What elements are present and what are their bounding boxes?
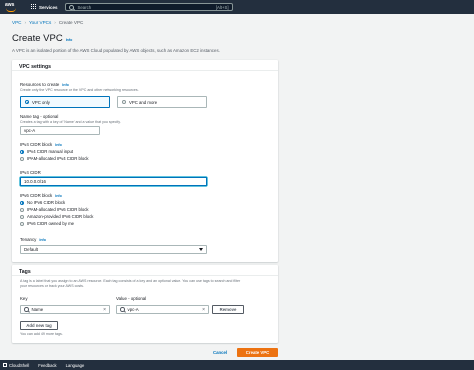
radio-unselected-icon xyxy=(122,100,126,104)
aws-logo[interactable]: aws xyxy=(5,2,19,12)
tenancy-label-row: Tenancy Info xyxy=(20,237,46,242)
option-vpc-only[interactable]: VPC only xyxy=(20,96,110,108)
ipv6-info-link[interactable]: Info xyxy=(55,194,62,198)
ipv6-amazon-option[interactable]: Amazon-provided IPv6 CIDR block xyxy=(18,214,93,219)
ipv4-cidr-input[interactable]: 10.0.0.0/16 xyxy=(20,177,207,186)
ipv6-owned-option[interactable]: IPv6 CIDR owned by me xyxy=(18,221,74,226)
ipv4-ipam-option[interactable]: IPAM-allocated IPv4 CIDR block xyxy=(18,156,89,161)
resources-info-link[interactable]: Info xyxy=(62,83,69,87)
page-title-row: Create VPC Info xyxy=(12,33,72,44)
ipv6-owned-label: IPv6 CIDR owned by me xyxy=(27,221,75,226)
search-input[interactable]: Search [Alt+S] xyxy=(64,3,233,11)
tag-key-value: Name xyxy=(31,307,44,312)
name-tag-description: Creates a tag with a key of 'Name' and a… xyxy=(20,120,121,124)
breadcrumb-your-vpcs[interactable]: Your VPCs xyxy=(29,20,51,25)
radio-unselected-icon xyxy=(20,207,24,212)
ipv4-manual-label: IPv4 CIDR manual input xyxy=(27,149,74,154)
chevron-right-icon: › xyxy=(54,20,56,25)
cloudshell-icon xyxy=(3,363,7,367)
ipv4-info-link[interactable]: Info xyxy=(55,143,62,147)
resources-description: Create only the VPC resource or the VPC … xyxy=(20,88,139,92)
radio-selected-icon xyxy=(20,149,24,154)
breadcrumb-vpc[interactable]: VPC xyxy=(12,20,21,25)
tag-value-value: vpc-A xyxy=(127,307,139,312)
tenancy-value: Default xyxy=(24,247,38,252)
search-icon xyxy=(68,4,74,10)
cancel-button[interactable]: Cancel xyxy=(213,350,227,355)
tags-description-line2: your resources or track your AWS costs. xyxy=(20,284,84,288)
option-vpc-only-label: VPC only xyxy=(32,99,50,105)
chevron-right-icon: › xyxy=(24,20,26,25)
create-vpc-button[interactable]: Create VPC xyxy=(237,348,278,357)
radio-unselected-icon xyxy=(20,156,24,161)
tag-key-label: Key xyxy=(20,296,28,301)
ipv4-ipam-label: IPAM-allocated IPv4 CIDR block xyxy=(27,156,89,161)
remove-tag-button[interactable]: Remove xyxy=(212,305,244,314)
name-tag-label: Name tag - optional xyxy=(20,114,59,119)
resources-label: Resources to create xyxy=(20,82,60,87)
feedback-link[interactable]: Feedback xyxy=(38,363,56,368)
tag-value-input[interactable]: vpc-A × xyxy=(116,305,209,314)
language-link[interactable]: Language xyxy=(66,363,85,368)
cloudshell-link[interactable]: CloudShell xyxy=(9,363,29,368)
tenancy-select[interactable]: Default xyxy=(20,245,207,254)
ipv4-block-label-row: IPv4 CIDR block Info xyxy=(20,142,62,147)
search-shortcut: [Alt+S] xyxy=(215,4,229,10)
ipv4-cidr-label: IPv4 CIDR xyxy=(20,170,41,175)
ipv6-none-option[interactable]: No IPv6 CIDR block xyxy=(18,200,65,205)
ipv6-ipam-label: IPAM-allocated IPv6 CIDR block xyxy=(27,207,89,212)
radio-unselected-icon xyxy=(20,214,24,219)
option-vpc-more-label: VPC and more xyxy=(129,99,158,105)
tenancy-info-link[interactable]: Info xyxy=(39,238,46,242)
name-tag-input[interactable]: vpc-A xyxy=(20,126,100,135)
radio-selected-icon xyxy=(20,200,24,205)
page-description: A VPC is an isolated portion of the AWS … xyxy=(12,48,220,53)
ipv6-ipam-option[interactable]: IPAM-allocated IPv6 CIDR block xyxy=(18,207,89,212)
clear-icon[interactable]: × xyxy=(103,307,106,313)
clear-icon[interactable]: × xyxy=(202,307,205,313)
resources-label-row: Resources to create Info xyxy=(20,82,69,87)
option-vpc-and-more[interactable]: VPC and more xyxy=(117,96,207,108)
services-grid-icon[interactable] xyxy=(31,4,37,10)
caret-down-icon xyxy=(199,248,203,251)
breadcrumb: VPC › Your VPCs › Create VPC xyxy=(12,20,83,25)
search-icon xyxy=(24,307,29,312)
tags-description-line1: A tag is a label that you assign to an A… xyxy=(20,279,241,283)
tenancy-label: Tenancy xyxy=(20,237,37,242)
search-icon xyxy=(120,307,125,312)
services-menu[interactable]: Services xyxy=(39,5,58,10)
search-placeholder: Search xyxy=(77,4,92,10)
ipv6-amazon-label: Amazon-provided IPv6 CIDR block xyxy=(27,214,94,219)
vpc-settings-panel: VPC settings Resources to create Info Cr… xyxy=(12,60,278,262)
ipv4-block-label: IPv4 CIDR block xyxy=(20,142,53,147)
breadcrumb-current: Create VPC xyxy=(58,20,84,25)
page-title: Create VPC xyxy=(12,33,63,44)
add-new-tag-button[interactable]: Add new tag xyxy=(20,321,58,330)
tag-value-label: Value - optional xyxy=(116,296,147,301)
ipv6-block-label-row: IPv6 CIDR block Info xyxy=(20,193,62,198)
tag-key-input[interactable]: Name × xyxy=(20,305,110,314)
footer-bar: CloudShell Feedback Language xyxy=(0,360,474,370)
ipv4-manual-option[interactable]: IPv4 CIDR manual input xyxy=(18,149,73,154)
radio-unselected-icon xyxy=(20,221,24,226)
tags-heading: Tags xyxy=(12,265,278,276)
tags-panel: Tags A tag is a label that you assign to… xyxy=(12,265,278,343)
radio-selected-icon xyxy=(25,100,29,104)
tags-limit-text: You can add 49 more tags. xyxy=(20,332,63,336)
ipv6-block-label: IPv6 CIDR block xyxy=(20,193,53,198)
page-info-link[interactable]: Info xyxy=(66,38,73,42)
ipv6-none-label: No IPv6 CIDR block xyxy=(27,200,66,205)
top-nav-bar: aws Services Search [Alt+S] xyxy=(0,0,474,14)
vpc-settings-heading: VPC settings xyxy=(12,60,278,71)
